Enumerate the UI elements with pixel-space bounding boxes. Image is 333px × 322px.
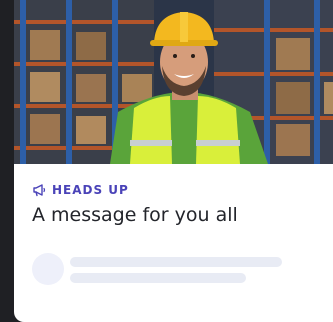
avatar-placeholder [32, 253, 64, 285]
text-placeholder-line [70, 257, 282, 267]
megaphone-icon [32, 183, 46, 197]
category-label: HEADS UP [52, 183, 129, 197]
warehouse-worker-illustration [14, 0, 333, 164]
hero-image [14, 0, 333, 164]
announcement-card[interactable]: HEADS UP A message for you all [14, 0, 333, 322]
message-text: A message for you all [32, 204, 238, 226]
text-placeholder-line [70, 273, 246, 283]
category-row: HEADS UP [32, 182, 129, 198]
page-background: HEADS UP A message for you all [0, 0, 333, 322]
